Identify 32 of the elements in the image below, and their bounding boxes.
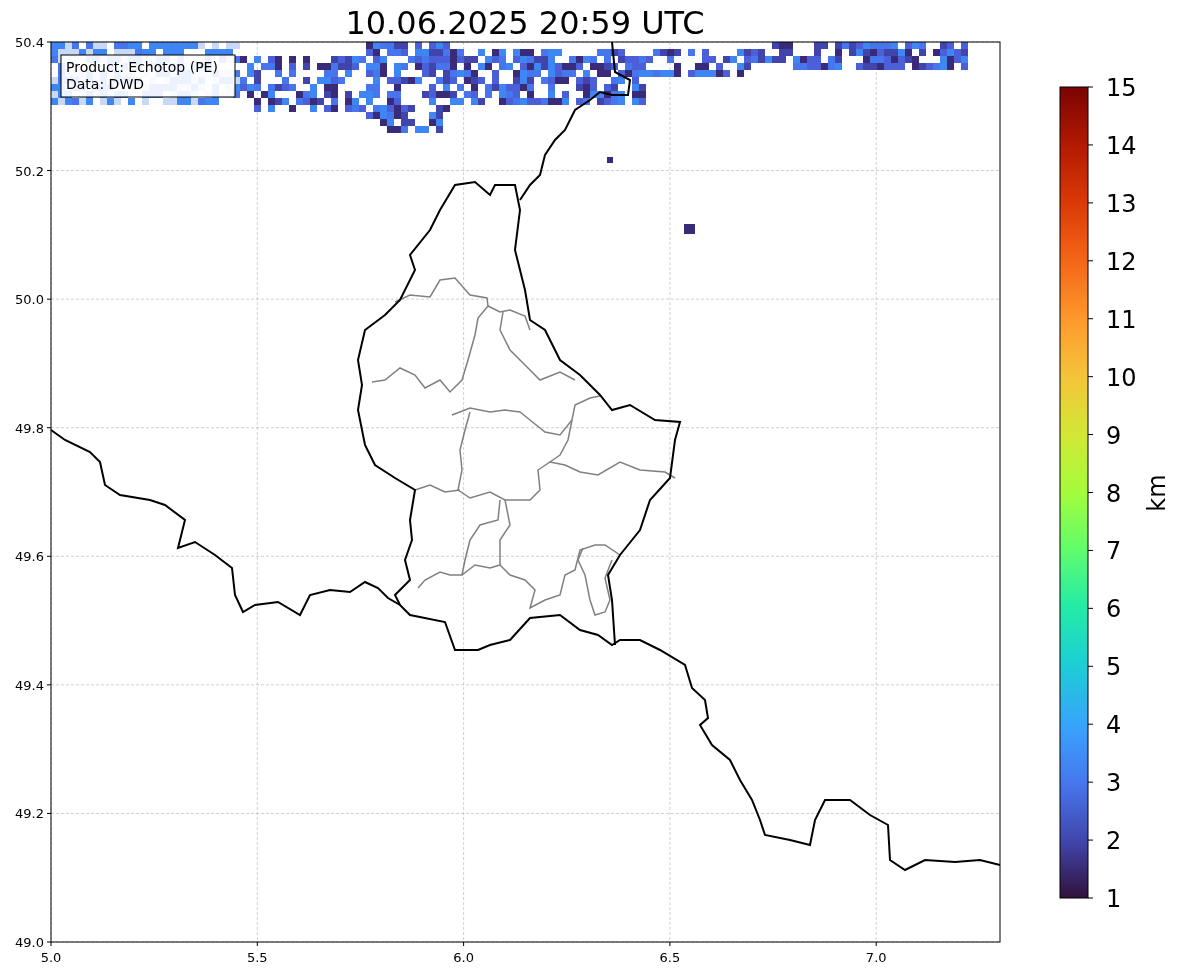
colorbar-tick-label: 9 [1106, 421, 1122, 450]
axis-tick-label: 50.4 [15, 35, 44, 50]
colorbar-tick-label: 15 [1106, 74, 1137, 102]
info-text: Product: Echotop (PE) [66, 59, 218, 75]
colorbar-tick-label: 7 [1106, 537, 1122, 566]
axis-tick-label: 49.2 [15, 806, 44, 822]
axis-tick-label: 49.4 [15, 677, 44, 693]
info-text: Data: DWD [66, 76, 144, 92]
axis-tick-label: 5.0 [40, 950, 62, 965]
colorbar-tick-label: 4 [1106, 711, 1122, 740]
axis-tick-label: 6.0 [453, 950, 474, 965]
colorbar-tick-label: 8 [1106, 479, 1122, 508]
colorbar-tick-label: 13 [1106, 189, 1137, 218]
axis-tick-label: 49.0 [15, 935, 44, 950]
axis-tick-label: 50.0 [15, 292, 44, 308]
colorbar-tick-label: 14 [1106, 131, 1137, 160]
colorbar-tick-label: 2 [1106, 827, 1122, 856]
colorbar-tick-label: 10 [1106, 363, 1137, 392]
colorbar-label: km [1143, 474, 1171, 512]
colorbar-tick-label: 12 [1106, 247, 1137, 276]
axis-tick-label: 49.6 [15, 549, 44, 565]
axis-tick-label: 50.2 [15, 163, 44, 179]
axis-tick-label: 5.5 [246, 950, 268, 965]
chart-title: 10.06.2025 20:59 UTC [345, 4, 705, 42]
axis-tick-label: 49.8 [15, 420, 44, 436]
colorbar-tick-label: 6 [1106, 595, 1122, 624]
colorbar-tick-label: 1 [1106, 885, 1122, 913]
colorbar-tick-label: 11 [1106, 305, 1137, 334]
colorbar-tick-label: 5 [1106, 653, 1122, 682]
axis-tick-label: 6.5 [659, 950, 681, 965]
axis-tick-label: 7.0 [865, 950, 887, 965]
colorbar-tick-label: 3 [1106, 769, 1122, 798]
